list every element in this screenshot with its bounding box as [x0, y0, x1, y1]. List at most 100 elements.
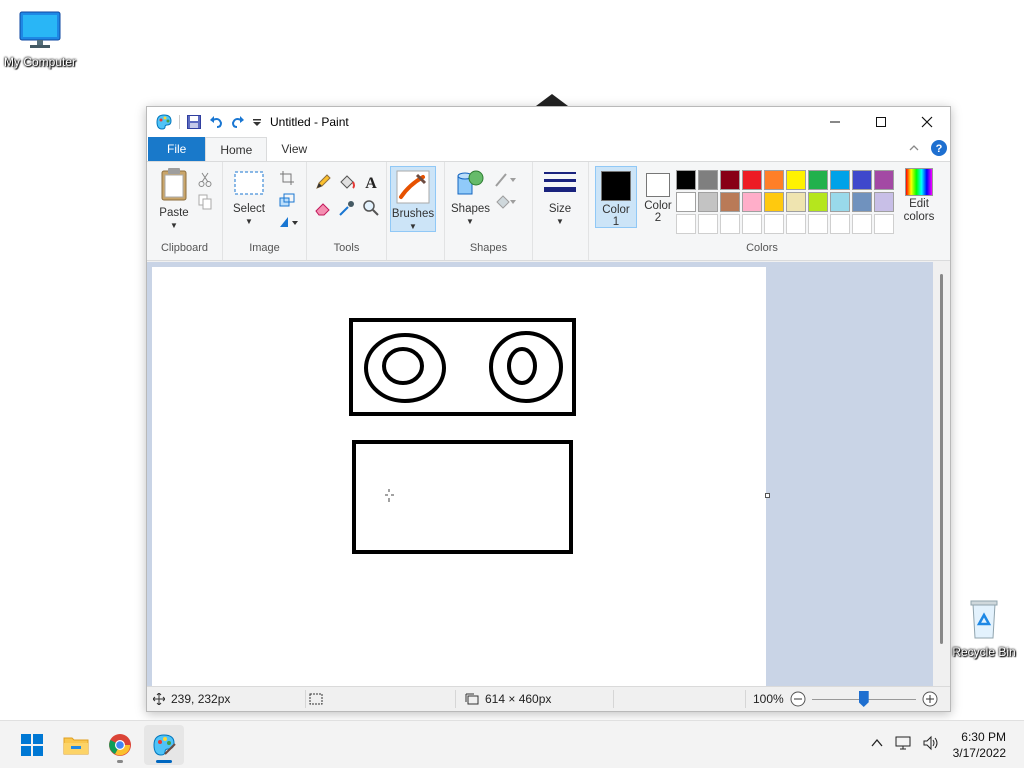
palette-swatch[interactable]: [874, 170, 894, 190]
palette-swatch[interactable]: [786, 170, 806, 190]
palette-swatch[interactable]: [676, 214, 696, 234]
collapse-ribbon-icon[interactable]: [908, 142, 920, 154]
palette-swatch[interactable]: [720, 170, 740, 190]
rotate-icon[interactable]: [277, 212, 301, 232]
palette-swatch[interactable]: [720, 192, 740, 212]
edit-colors-button[interactable]: Edit colors: [897, 168, 941, 224]
palette-swatch[interactable]: [698, 170, 718, 190]
size-button[interactable]: Size ▼: [541, 170, 579, 227]
svg-text:?: ?: [936, 143, 943, 155]
taskbar-file-explorer[interactable]: [56, 725, 96, 765]
copy-icon[interactable]: [195, 192, 215, 212]
palette-swatch[interactable]: [764, 170, 784, 190]
resize-icon[interactable]: [277, 190, 297, 210]
drawn-ellipse-right-inner: [507, 347, 537, 385]
brushes-button[interactable]: Brushes ▼: [390, 166, 436, 232]
zoom-slider[interactable]: [811, 691, 916, 707]
palette-swatch[interactable]: [786, 192, 806, 212]
divider: [455, 690, 456, 708]
title-bar[interactable]: Untitled - Paint: [147, 107, 950, 137]
palette-swatch[interactable]: [720, 214, 740, 234]
color-picker-icon[interactable]: [337, 198, 357, 218]
redo-icon[interactable]: [230, 114, 246, 130]
size-label: Size: [548, 203, 572, 215]
palette-swatch[interactable]: [742, 170, 762, 190]
color2-button[interactable]: Color 2: [637, 166, 679, 228]
taskbar-chrome[interactable]: [100, 725, 140, 765]
pencil-icon[interactable]: [313, 172, 333, 192]
crop-icon[interactable]: [277, 168, 297, 188]
chevron-down-icon: ▼: [466, 217, 474, 226]
palette-swatch[interactable]: [830, 214, 850, 234]
color1-button[interactable]: Color 1: [595, 166, 637, 228]
eraser-icon[interactable]: [313, 198, 333, 218]
palette-swatch[interactable]: [852, 214, 872, 234]
text-icon[interactable]: A: [361, 172, 381, 192]
scrollbar-thumb[interactable]: [940, 274, 943, 644]
desktop-icon-recycle-bin[interactable]: Recycle Bin: [944, 598, 1024, 659]
zoom-out-icon[interactable]: [790, 691, 806, 707]
palette-swatch[interactable]: [742, 214, 762, 234]
palette-swatch[interactable]: [764, 192, 784, 212]
clock[interactable]: 6:30 PM 3/17/2022: [953, 729, 1006, 761]
palette-swatch[interactable]: [698, 192, 718, 212]
palette-swatch[interactable]: [830, 170, 850, 190]
shapes-button[interactable]: Shapes ▼: [451, 168, 490, 227]
vertical-scrollbar[interactable]: [933, 262, 950, 693]
svg-text:A: A: [365, 175, 377, 191]
tab-home[interactable]: Home: [205, 137, 268, 161]
palette-swatch[interactable]: [852, 170, 872, 190]
rainbow-icon: [905, 168, 933, 196]
palette-swatch[interactable]: [808, 170, 828, 190]
select-button[interactable]: Select ▼: [229, 168, 269, 227]
ribbon-tabs: File Home View ?: [147, 137, 950, 161]
desktop-icon-my-computer[interactable]: My Computer: [0, 10, 80, 69]
palette-swatch[interactable]: [874, 214, 894, 234]
palette-swatch[interactable]: [676, 192, 696, 212]
tab-file[interactable]: File: [148, 137, 206, 161]
taskbar-paint[interactable]: [144, 725, 184, 765]
cut-icon[interactable]: [195, 170, 215, 190]
customize-quick-access-icon[interactable]: [252, 114, 262, 130]
canvas-resize-handle[interactable]: [765, 493, 770, 498]
drawn-ellipse-left-outer: [364, 333, 446, 403]
palette-swatch[interactable]: [698, 214, 718, 234]
paint-app-icon: [156, 114, 172, 130]
palette-swatch[interactable]: [874, 192, 894, 212]
shapes-group-label: Shapes: [469, 242, 508, 254]
network-icon[interactable]: [894, 735, 912, 751]
palette-swatch[interactable]: [808, 214, 828, 234]
fill-bucket-icon[interactable]: [337, 172, 357, 192]
undo-icon[interactable]: [208, 114, 224, 130]
selection-icon: [309, 693, 323, 705]
volume-icon[interactable]: [922, 735, 940, 751]
drawing-canvas[interactable]: [152, 267, 770, 693]
palette-swatch[interactable]: [852, 192, 872, 212]
close-button[interactable]: [904, 107, 950, 137]
palette-swatch[interactable]: [676, 170, 696, 190]
tab-view[interactable]: View: [267, 137, 321, 161]
minimize-button[interactable]: [812, 107, 858, 137]
zoom-in-icon[interactable]: [922, 691, 938, 707]
chevron-up-icon[interactable]: [870, 736, 884, 750]
fill-icon[interactable]: [493, 192, 519, 212]
palette-swatch[interactable]: [808, 192, 828, 212]
palette-swatch[interactable]: [786, 214, 806, 234]
start-button[interactable]: [12, 725, 52, 765]
paste-button[interactable]: Paste ▼: [155, 166, 193, 231]
zoom-slider-thumb[interactable]: [858, 691, 869, 707]
outline-icon[interactable]: [493, 170, 519, 190]
save-icon[interactable]: [186, 114, 202, 130]
divider: [745, 690, 746, 708]
canvas-drawing: [349, 318, 576, 554]
clipboard-group: Paste ▼ Clipboard: [147, 162, 223, 260]
palette-swatch[interactable]: [764, 214, 784, 234]
paste-label: Paste: [159, 207, 189, 219]
paint-window[interactable]: Untitled - Paint File Home View ? Paste …: [146, 106, 951, 712]
palette-swatch[interactable]: [830, 192, 850, 212]
maximize-button[interactable]: [858, 107, 904, 137]
palette-swatch[interactable]: [742, 192, 762, 212]
magnifier-icon[interactable]: [361, 198, 381, 218]
ribbon: Paste ▼ Clipboard Select ▼ Image A Tools…: [147, 161, 950, 261]
help-icon[interactable]: ?: [930, 139, 948, 157]
